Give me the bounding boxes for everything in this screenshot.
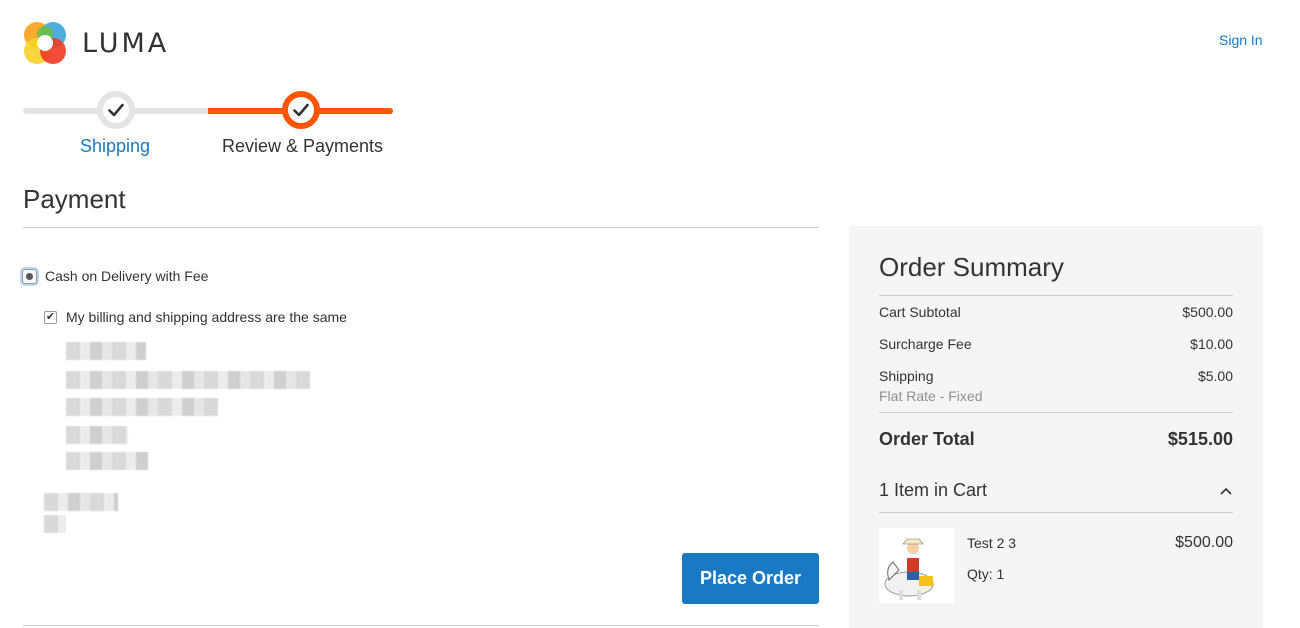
product-price: $500.00	[1175, 534, 1233, 551]
payment-title: Payment	[23, 184, 126, 214]
summary-row-subtotal: Cart Subtotal $500.00	[879, 304, 1233, 320]
summary-row-label: Cart Subtotal	[879, 304, 961, 320]
luma-logo-icon	[24, 22, 66, 64]
divider	[23, 625, 819, 626]
payment-method-label[interactable]: Cash on Delivery with Fee	[45, 268, 208, 284]
payment-method-cod[interactable]: Cash on Delivery with Fee	[22, 268, 208, 284]
luma-logo[interactable]: LUMA	[22, 20, 169, 66]
summary-row-surcharge: Surcharge Fee $10.00	[879, 336, 1233, 352]
check-icon	[108, 103, 124, 117]
divider	[879, 295, 1233, 296]
summary-row-shipping: Shipping $5.00	[879, 368, 1233, 384]
logo-text: LUMA	[82, 27, 170, 59]
summary-row-value: $5.00	[1197, 368, 1233, 384]
product-qty: Qty: 1	[967, 566, 1005, 582]
shipping-method-note: Flat Rate - Fixed	[879, 388, 983, 404]
order-total-value: $515.00	[1167, 429, 1233, 449]
summary-row-label: Surcharge Fee	[879, 336, 972, 352]
place-order-button[interactable]: Place Order	[682, 553, 819, 604]
divider	[879, 512, 1233, 513]
chevron-up-icon[interactable]	[1219, 484, 1233, 498]
step-review-indicator	[282, 91, 320, 129]
sign-in-link[interactable]: Sign In	[1219, 32, 1263, 48]
order-total: Order Total $515.00	[879, 429, 1233, 450]
summary-row-value: $10.00	[1190, 336, 1233, 352]
items-in-cart-toggle[interactable]: 1 Item in Cart	[879, 480, 1233, 501]
divider	[879, 412, 1233, 413]
checkout-progress	[23, 90, 393, 130]
step-review-label: Review & Payments	[222, 136, 384, 156]
order-summary: Order Summary Cart Subtotal $500.00 Surc…	[849, 226, 1263, 628]
payment-method-radio[interactable]	[22, 268, 37, 284]
product-name: Test 2 3	[967, 535, 1017, 551]
order-total-label: Order Total	[879, 429, 975, 449]
billing-same-checkbox[interactable]: ✔	[44, 310, 57, 324]
summary-row-label: Shipping	[879, 368, 934, 384]
billing-same-label[interactable]: My billing and shipping address are the …	[66, 309, 347, 325]
product-thumbnail[interactable]	[879, 528, 954, 603]
summary-row-value: $500.00	[1182, 304, 1233, 320]
product-image-icon	[879, 528, 954, 603]
items-in-cart-title[interactable]: 1 Item in Cart	[879, 480, 987, 501]
check-icon	[293, 103, 309, 117]
divider	[23, 227, 819, 228]
billing-same-as-shipping[interactable]: ✔ My billing and shipping address are th…	[44, 309, 347, 325]
billing-address-redacted	[24, 336, 369, 541]
step-shipping-indicator[interactable]	[97, 91, 135, 129]
step-shipping-label[interactable]: Shipping	[80, 136, 150, 157]
order-summary-title: Order Summary	[879, 252, 1064, 282]
